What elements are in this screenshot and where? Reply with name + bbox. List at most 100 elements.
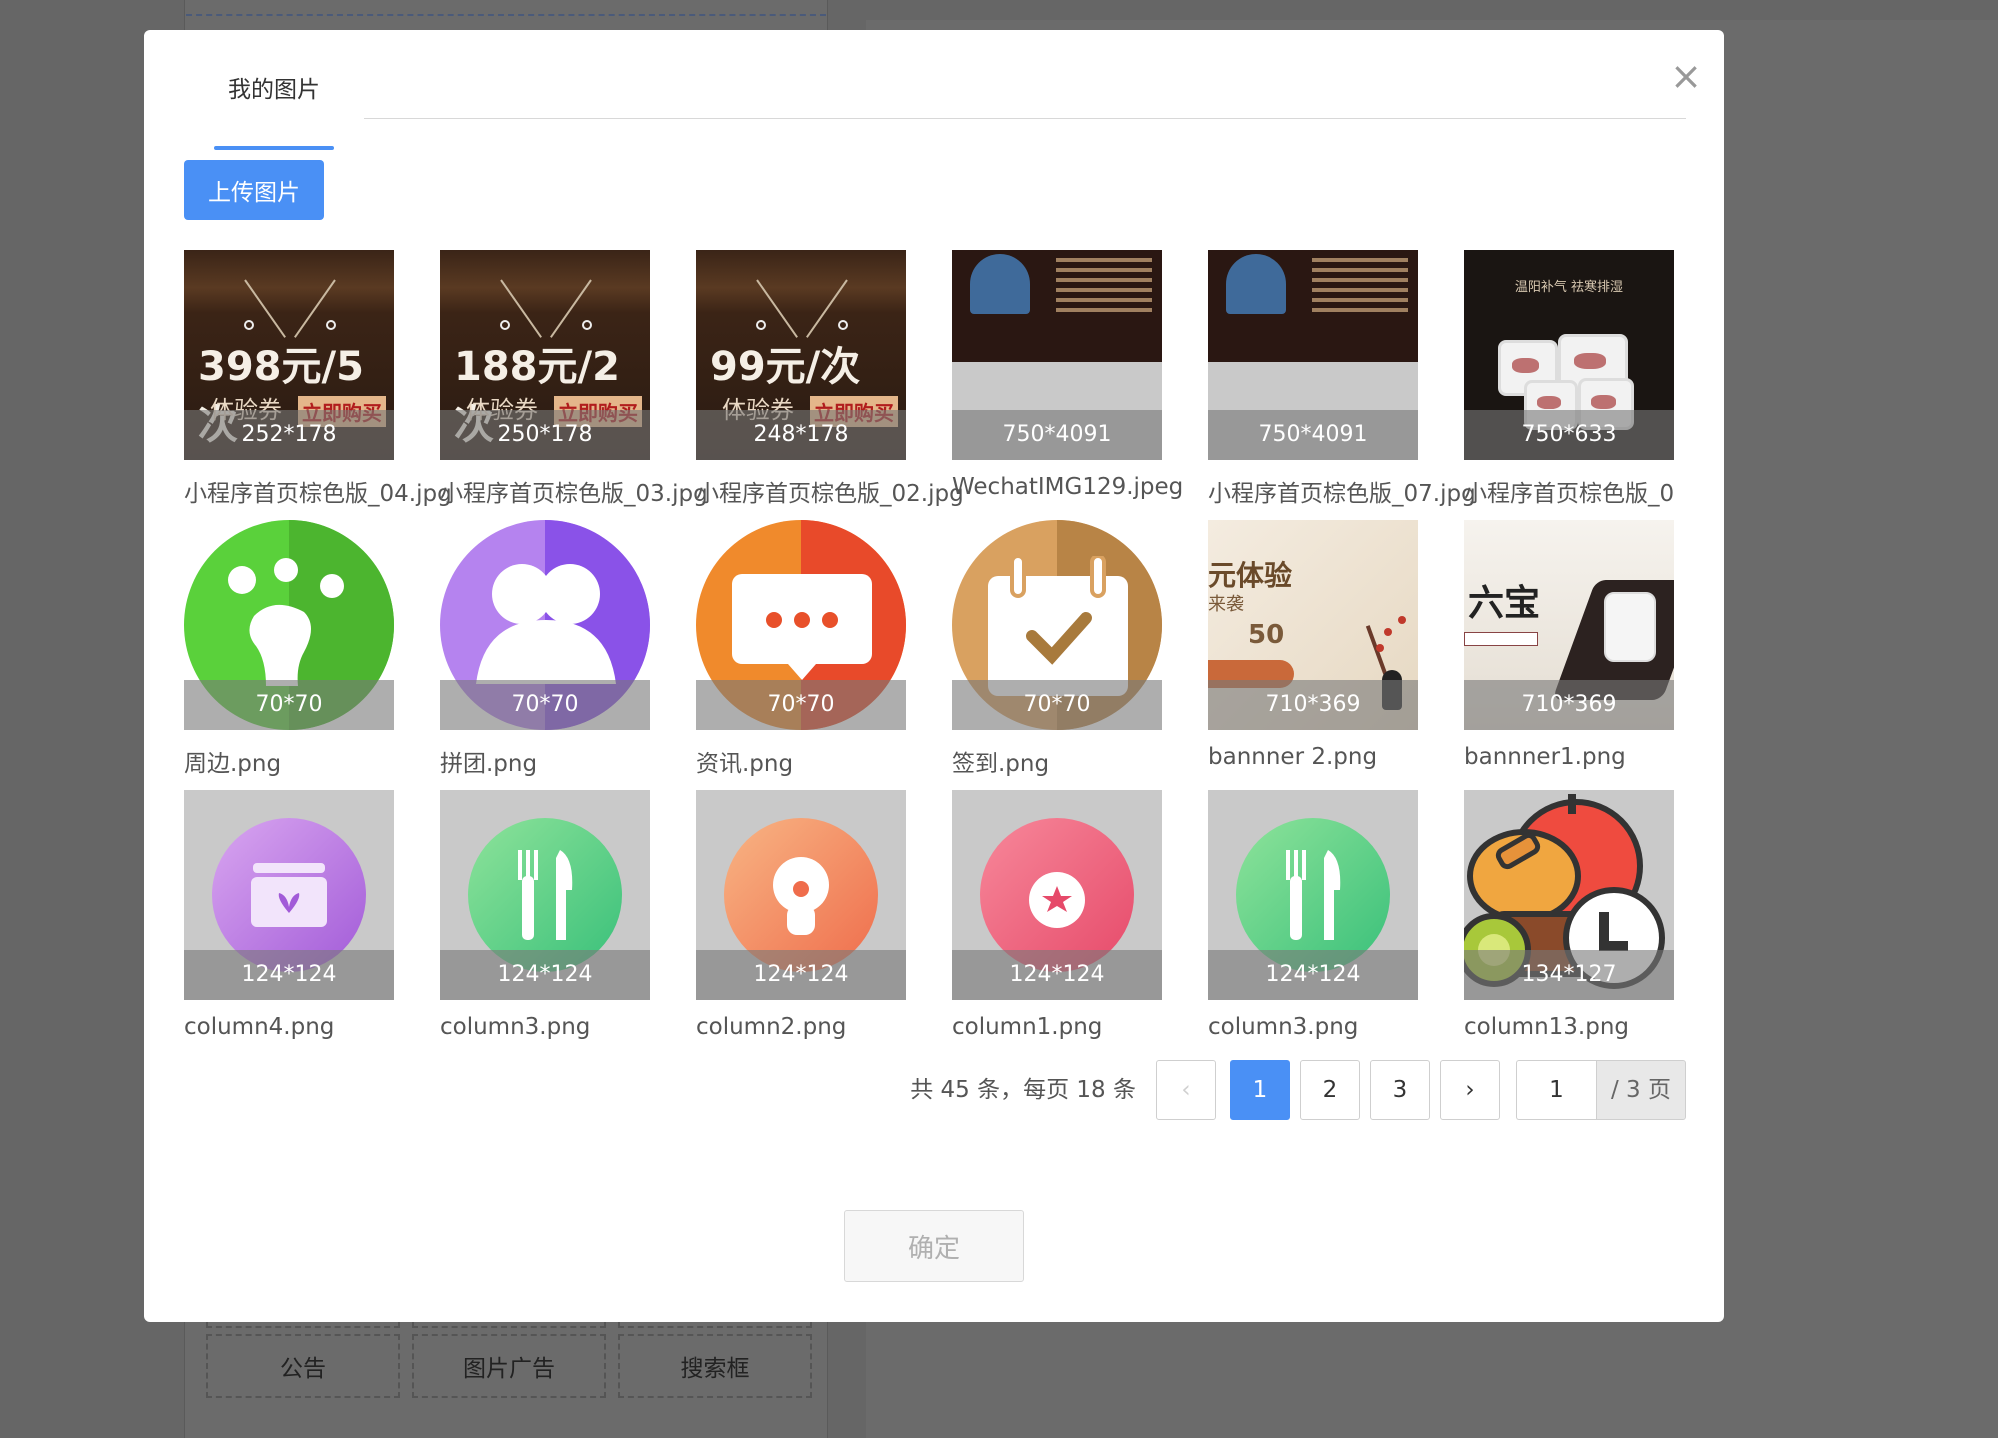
image-filename: 小程序首页棕色版_04.jpg (184, 481, 452, 507)
image-dimensions: 124*124 (440, 950, 650, 1000)
thumb-banner-text: 元体验 (1208, 559, 1293, 592)
tab-my-images[interactable]: 我的图片 (214, 66, 334, 150)
image-card[interactable]: 70*70 拼团.png (440, 520, 650, 778)
image-dimensions: 124*124 (184, 950, 394, 1000)
image-filename: 小程序首页棕色版_02.jpg (696, 481, 964, 507)
image-dimensions: 124*124 (696, 950, 906, 1000)
background-component-row-top (206, 1322, 812, 1328)
thumbnail-image: 124*124 (440, 790, 650, 1000)
tab-label: 我的图片 (228, 77, 320, 103)
upload-image-button[interactable]: 上传图片 (184, 160, 324, 220)
image-dimensions: 250*178 (440, 410, 650, 460)
background-component-row: 公告 图片广告 搜索框 (206, 1334, 812, 1398)
thumbnail-image: 99元/次 体验券 立即购买248*178 (696, 250, 906, 460)
confirm-button[interactable]: 确定 (844, 1210, 1024, 1282)
image-filename: 资讯.png (696, 751, 794, 777)
image-dimensions: 124*124 (1208, 950, 1418, 1000)
prev-page-button[interactable]: ‹ (1156, 1060, 1216, 1120)
thumbnail-image: 398元/5次 体验券 立即购买252*178 (184, 250, 394, 460)
image-card[interactable]: 124*124 column3.png (1208, 790, 1418, 1040)
image-filename: column2.png (696, 1014, 847, 1040)
image-dimensions: 70*70 (184, 680, 394, 730)
image-card[interactable]: 124*124 column2.png (696, 790, 906, 1040)
page-button-1[interactable]: 1 (1230, 1060, 1290, 1120)
image-filename: 小程序首页棕色版_07.jpg (1208, 481, 1476, 507)
tab-divider (364, 118, 1686, 119)
page-jump-input[interactable] (1516, 1060, 1596, 1120)
image-dimensions: 70*70 (952, 680, 1162, 730)
pagination-total: 共 45 条，每页 18 条 (910, 1077, 1136, 1103)
thumbnail-image: 124*124 (184, 790, 394, 1000)
image-card[interactable]: 70*70 周边.png (184, 520, 394, 778)
thumbnail-image: 188元/2次 体验券 立即购买250*178 (440, 250, 650, 460)
background-cell-image-ad: 图片广告 (412, 1334, 606, 1398)
thumbnail-image: 温阳补气 祛寒排湿 750*633 (1464, 250, 1674, 460)
pagination: 共 45 条，每页 18 条 ‹ 1 2 3 › / 3 页 (144, 1060, 1724, 1120)
image-card[interactable]: 70*70 资讯.png (696, 520, 906, 778)
image-filename: 小程序首页棕色版_0 (1464, 481, 1675, 507)
image-dimensions: 70*70 (696, 680, 906, 730)
page-button-3[interactable]: 3 (1370, 1060, 1430, 1120)
image-dimensions: 248*178 (696, 410, 906, 460)
image-filename: 周边.png (184, 751, 282, 777)
thumb-banner-subtext: 来袭 (1208, 594, 1244, 615)
image-filename: WechatIMG129.jpeg (952, 474, 1184, 500)
thumbnail-image: 750*4091 (1208, 250, 1418, 460)
image-filename: bannner 2.png (1208, 744, 1378, 770)
thumbnail-image: 134*127 (1464, 790, 1674, 1000)
image-filename: 拼团.png (440, 751, 538, 777)
thumbnail-image: 124*124 (696, 790, 906, 1000)
image-card[interactable]: 398元/5次 体验券 立即购买252*178 小程序首页棕色版_04.jpg (184, 250, 452, 508)
image-filename: 小程序首页棕色版_03.jpg (440, 481, 708, 507)
image-card[interactable]: 134*127 column13.png (1464, 790, 1674, 1040)
background-dashed-border (186, 14, 826, 24)
image-card[interactable]: 188元/2次 体验券 立即购买250*178 小程序首页棕色版_03.jpg (440, 250, 708, 508)
image-dimensions: 124*124 (952, 950, 1162, 1000)
image-card[interactable]: 70*70 签到.png (952, 520, 1162, 778)
image-dimensions: 710*369 (1464, 680, 1674, 730)
image-dimensions: 750*4091 (952, 410, 1162, 460)
image-dimensions: 252*178 (184, 410, 394, 460)
image-dimensions: 710*369 (1208, 680, 1418, 730)
thumb-banner-number: 50 (1248, 620, 1285, 650)
thumbnail-image: 70*70 (184, 520, 394, 730)
image-filename: column3.png (1208, 1014, 1359, 1040)
image-filename: 签到.png (952, 751, 1050, 777)
thumbnail-image: 750*4091 (952, 250, 1162, 460)
background-cell-search: 搜索框 (618, 1334, 812, 1398)
page-jump-total: / 3 页 (1596, 1060, 1686, 1120)
image-card[interactable]: 元体验 来袭 50 710*369 bannner 2.png (1208, 520, 1418, 770)
next-page-button[interactable]: › (1440, 1060, 1500, 1120)
image-card[interactable]: 99元/次 体验券 立即购买248*178 小程序首页棕色版_02.jpg (696, 250, 964, 508)
image-dimensions: 70*70 (440, 680, 650, 730)
background-cell-notice: 公告 (206, 1334, 400, 1398)
image-dimensions: 750*4091 (1208, 410, 1418, 460)
image-card[interactable]: 六宝 710*369 bannner1.png (1464, 520, 1674, 770)
image-filename: column3.png (440, 1014, 591, 1040)
thumbnail-image: 70*70 (696, 520, 906, 730)
thumb-price-text: 99元/次 (710, 344, 861, 390)
image-card[interactable]: 124*124 column1.png (952, 790, 1162, 1040)
thumbnail-image: 70*70 (440, 520, 650, 730)
thumbnail-image: 70*70 (952, 520, 1162, 730)
image-card[interactable]: 124*124 column3.png (440, 790, 650, 1040)
tab-active-indicator (214, 146, 334, 150)
image-filename: column13.png (1464, 1014, 1630, 1040)
image-dimensions: 134*127 (1464, 950, 1674, 1000)
thumbnail-image: 124*124 (952, 790, 1162, 1000)
page-button-2[interactable]: 2 (1300, 1060, 1360, 1120)
image-dimensions: 750*633 (1464, 410, 1674, 460)
image-card[interactable]: 温阳补气 祛寒排湿 750*633 小程序首页棕色版_0 (1464, 250, 1674, 508)
thumb-banner-text: 六宝 (1468, 583, 1541, 624)
thumb-title-text: 温阳补气 祛寒排湿 (1514, 280, 1624, 295)
image-filename: bannner1.png (1464, 744, 1626, 770)
thumbnail-image: 124*124 (1208, 790, 1418, 1000)
thumbnail-image: 六宝 710*369 (1464, 520, 1674, 730)
image-picker-modal: 我的图片 × 上传图片 398元/5次 体验券 立即购买252*178 小程序首页… (144, 30, 1724, 1322)
image-card[interactable]: 750*4091 小程序首页棕色版_07.jpg (1208, 250, 1476, 508)
image-card[interactable]: 124*124 column4.png (184, 790, 394, 1040)
close-icon[interactable]: × (1666, 56, 1706, 96)
thumbnail-image: 元体验 来袭 50 710*369 (1208, 520, 1418, 730)
image-card[interactable]: 750*4091 WechatIMG129.jpeg (952, 250, 1183, 500)
image-filename: column4.png (184, 1014, 335, 1040)
